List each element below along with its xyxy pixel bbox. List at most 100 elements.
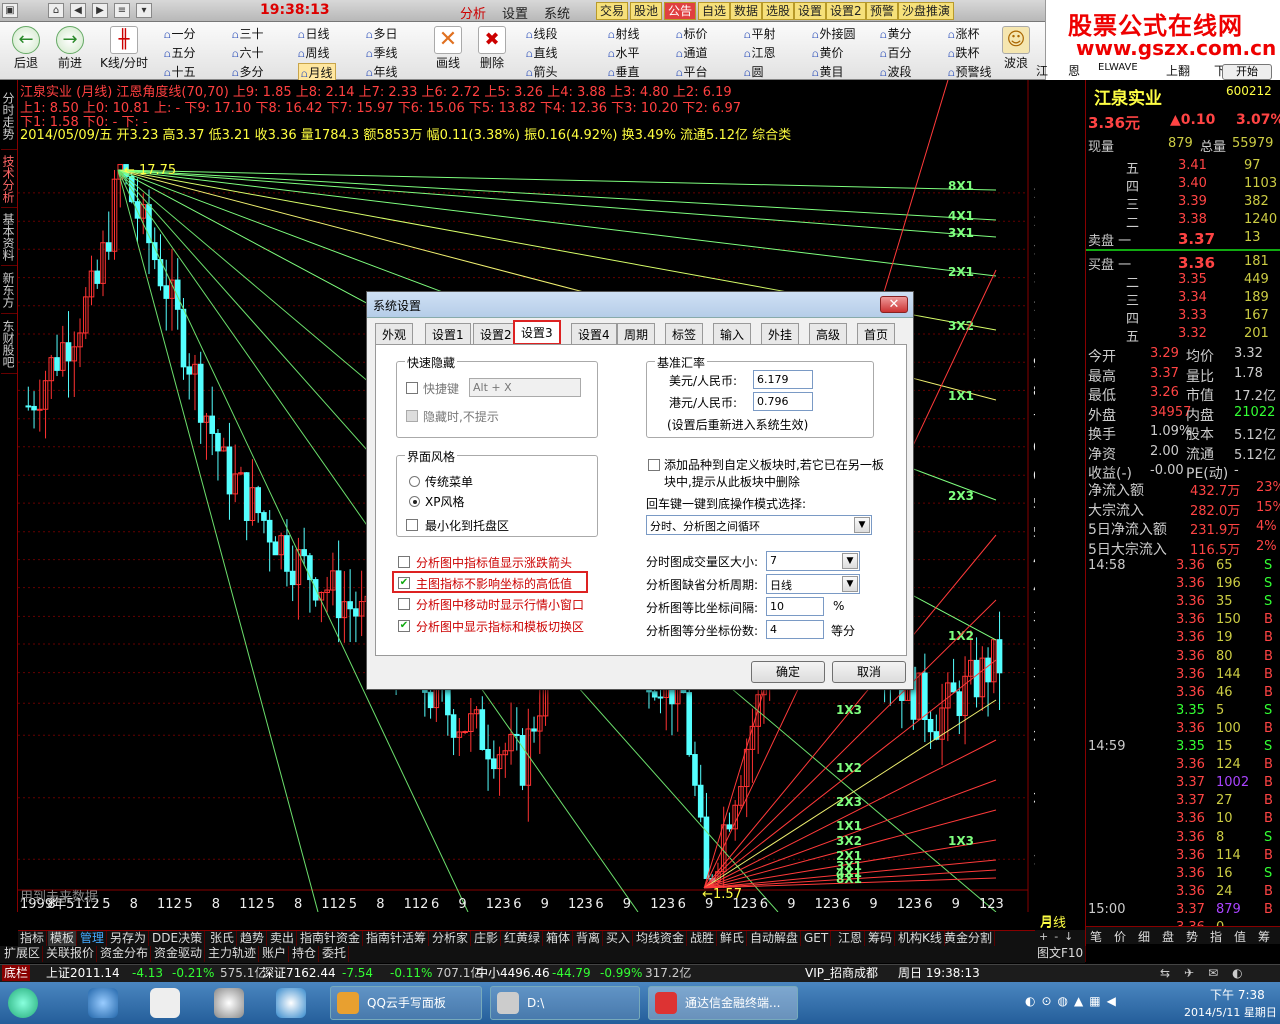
indicator-tab-5[interactable]: 张氏 — [208, 931, 238, 947]
ext-tab-3[interactable]: 资金驱动 — [152, 946, 206, 962]
template-switch-checkbox[interactable]: ✔ — [398, 620, 410, 632]
tool-draw-5-2[interactable]: ⩍波段 — [880, 63, 912, 80]
notice-button[interactable]: 公告 — [664, 2, 697, 20]
indicator-tab-6[interactable]: 趋势 — [238, 931, 268, 947]
settings2-button[interactable]: 设置2 — [826, 2, 866, 20]
tool-draw-1-1[interactable]: ⩍水平 — [608, 44, 640, 61]
chevron-down-icon[interactable]: ▼ — [842, 576, 858, 592]
zoom-controls[interactable]: +-↓ — [1035, 930, 1085, 946]
indicator-tab-0[interactable]: 指标 — [18, 931, 48, 947]
menu-system[interactable]: 系统 — [544, 3, 570, 22]
ext-tab-6[interactable]: 持仓 — [290, 946, 320, 962]
ext-tab-0[interactable]: 扩展区 — [2, 946, 44, 962]
indicator-tab-14[interactable]: 背离 — [574, 931, 604, 947]
indicator-tab-13[interactable]: 箱体 — [544, 931, 574, 947]
tool-draw-3-0[interactable]: ⩍平射 — [744, 25, 776, 42]
data-button[interactable]: 数据 — [730, 2, 763, 20]
vtab-guba[interactable]: 东财股吧 — [1, 314, 17, 374]
no-prompt-checkbox[interactable] — [406, 410, 418, 422]
vtab-technical[interactable]: 技术分析 — [1, 150, 17, 208]
tool-period-1-0[interactable]: ⩍三十 — [232, 25, 264, 42]
equal-parts-input[interactable]: 4 — [766, 620, 824, 639]
indicator-tab-12[interactable]: 红黄绿 — [502, 931, 544, 947]
xp-style-radio[interactable] — [409, 496, 420, 507]
tray-date[interactable]: 2014/5/11 星期日 — [1184, 1004, 1277, 1020]
dialog-tab-1[interactable]: 设置1 — [425, 323, 471, 344]
task-qq-handwrite[interactable]: QQ云手写面板 — [330, 986, 482, 1020]
vtab-fundamentals[interactable]: 基本资料 — [1, 208, 17, 266]
tool-draw-3-2[interactable]: ⩍圆 — [744, 63, 764, 80]
forward-icon[interactable]: ▶ — [92, 3, 108, 18]
tool-draw-3-1[interactable]: ⩍江恩 — [744, 44, 776, 61]
tool-draw-5-1[interactable]: ⩍百分 — [880, 44, 912, 61]
indicator-tab-2[interactable]: 管理 — [78, 931, 108, 947]
start-button[interactable]: 开始 — [1222, 64, 1272, 80]
f10-tab[interactable]: 图文F10 — [1035, 946, 1087, 962]
tool-draw-2-2[interactable]: ⩍平台 — [676, 63, 708, 80]
draw-line-button[interactable]: ✕ 画线 — [428, 24, 468, 71]
ext-tab-4[interactable]: 主力轨迹 — [206, 946, 260, 962]
indicator-tab-19[interactable]: 自动解盘 — [748, 931, 802, 947]
forward-button[interactable]: → 前进 — [50, 24, 90, 71]
tool-period-0-1[interactable]: ⩍五分 — [164, 44, 196, 61]
arrow-checkbox[interactable] — [398, 556, 410, 568]
indicator-tab-10[interactable]: 分析家 — [430, 931, 472, 947]
enter-key-select[interactable]: 分时、分析图之间循环 ▼ — [646, 515, 872, 535]
usd-rate-input[interactable]: 6.179 — [753, 370, 813, 389]
tool-period-2-0[interactable]: ⩍日线 — [298, 25, 330, 42]
settings-button[interactable]: 设置 — [794, 2, 827, 20]
tool-draw-2-1[interactable]: ⩍通道 — [676, 44, 708, 61]
back-icon[interactable]: ◀ — [70, 3, 86, 18]
classic-menu-radio[interactable] — [409, 476, 420, 487]
indicator-tab-4[interactable]: DDE决策 — [150, 931, 206, 947]
chevron-down-icon[interactable]: ▼ — [842, 553, 858, 569]
kline-toggle-button[interactable]: ╫ K线/分时 — [98, 24, 150, 71]
indicator-tab-7[interactable]: 卖出 — [268, 931, 298, 947]
tool-draw-6-1[interactable]: ⩍跌杯 — [948, 44, 980, 61]
tool-draw-6-0[interactable]: ⩍涨杯 — [948, 25, 980, 42]
quote-tab-2[interactable]: 细 — [1138, 928, 1150, 945]
indicator-tab-18[interactable]: 鲜氏 — [718, 931, 748, 947]
tool-period-0-0[interactable]: ⩍一分 — [164, 25, 196, 42]
indicator-tab-9[interactable]: 指南针活筹 — [364, 931, 430, 947]
dialog-tab-10[interactable]: 首页 — [857, 323, 896, 344]
indicator-tab-22[interactable]: 筹码 — [866, 931, 896, 947]
tool-period-3-1[interactable]: ⩍季线 — [366, 44, 398, 61]
vol-size-select[interactable]: 7 ▼ — [766, 551, 860, 571]
tool-draw-1-2[interactable]: ⩍垂直 — [608, 63, 640, 80]
quote-tab-6[interactable]: 值 — [1234, 928, 1246, 945]
qq-icon[interactable] — [214, 988, 244, 1018]
app-icon[interactable]: ▣ — [2, 3, 18, 18]
tool-draw-0-0[interactable]: ⩍线段 — [526, 25, 558, 42]
ext-tab-1[interactable]: 关联报价 — [44, 946, 98, 962]
indicator-tab-21[interactable]: 江恩 — [836, 931, 866, 947]
tool-period-1-1[interactable]: ⩍六十 — [232, 44, 264, 61]
delete-button[interactable]: ✖ 删除 — [472, 24, 512, 71]
tool-draw-1-0[interactable]: ⩍射线 — [608, 25, 640, 42]
default-period-select[interactable]: 日线 ▼ — [766, 574, 860, 594]
ok-button[interactable]: 确定 — [751, 661, 825, 683]
watchlist-button[interactable]: 自选 — [698, 2, 731, 20]
tool-draw-4-0[interactable]: ⩍外接圆 — [812, 25, 856, 42]
menu-settings[interactable]: 设置 — [502, 3, 528, 22]
indicator-tab-23[interactable]: 机构K线 — [896, 931, 945, 947]
indicator-tab-3[interactable]: 另存为 — [108, 931, 150, 947]
tool-jiang[interactable]: 江 — [1036, 62, 1048, 79]
quote-tab-7[interactable]: 筹 — [1258, 928, 1270, 945]
dialog-tab-9[interactable]: 高级 — [809, 323, 848, 344]
wave-button[interactable]: ☺ 波浪 — [996, 24, 1036, 71]
chevron-down-icon[interactable]: ▼ — [854, 517, 870, 533]
add-block-checkbox[interactable] — [648, 459, 660, 471]
dialog-tab-3[interactable]: 设置3 — [513, 320, 561, 345]
tool-period-3-0[interactable]: ⩍多日 — [366, 25, 398, 42]
tool-period-1-2[interactable]: ⩍多分 — [232, 63, 264, 80]
ratio-interval-input[interactable]: 10 — [766, 597, 824, 616]
dialog-tab-7[interactable]: 输入 — [713, 323, 752, 344]
menu-analysis[interactable]: 分析 — [460, 3, 486, 22]
start-orb-icon[interactable] — [8, 988, 38, 1018]
back-button[interactable]: ← 后退 — [6, 24, 46, 71]
dialog-tab-6[interactable]: 标签 — [665, 323, 704, 344]
alert-button[interactable]: 预警 — [866, 2, 899, 20]
indicator-tab-8[interactable]: 指南针资金 — [298, 931, 364, 947]
dialog-tab-4[interactable]: 设置4 — [571, 323, 617, 344]
